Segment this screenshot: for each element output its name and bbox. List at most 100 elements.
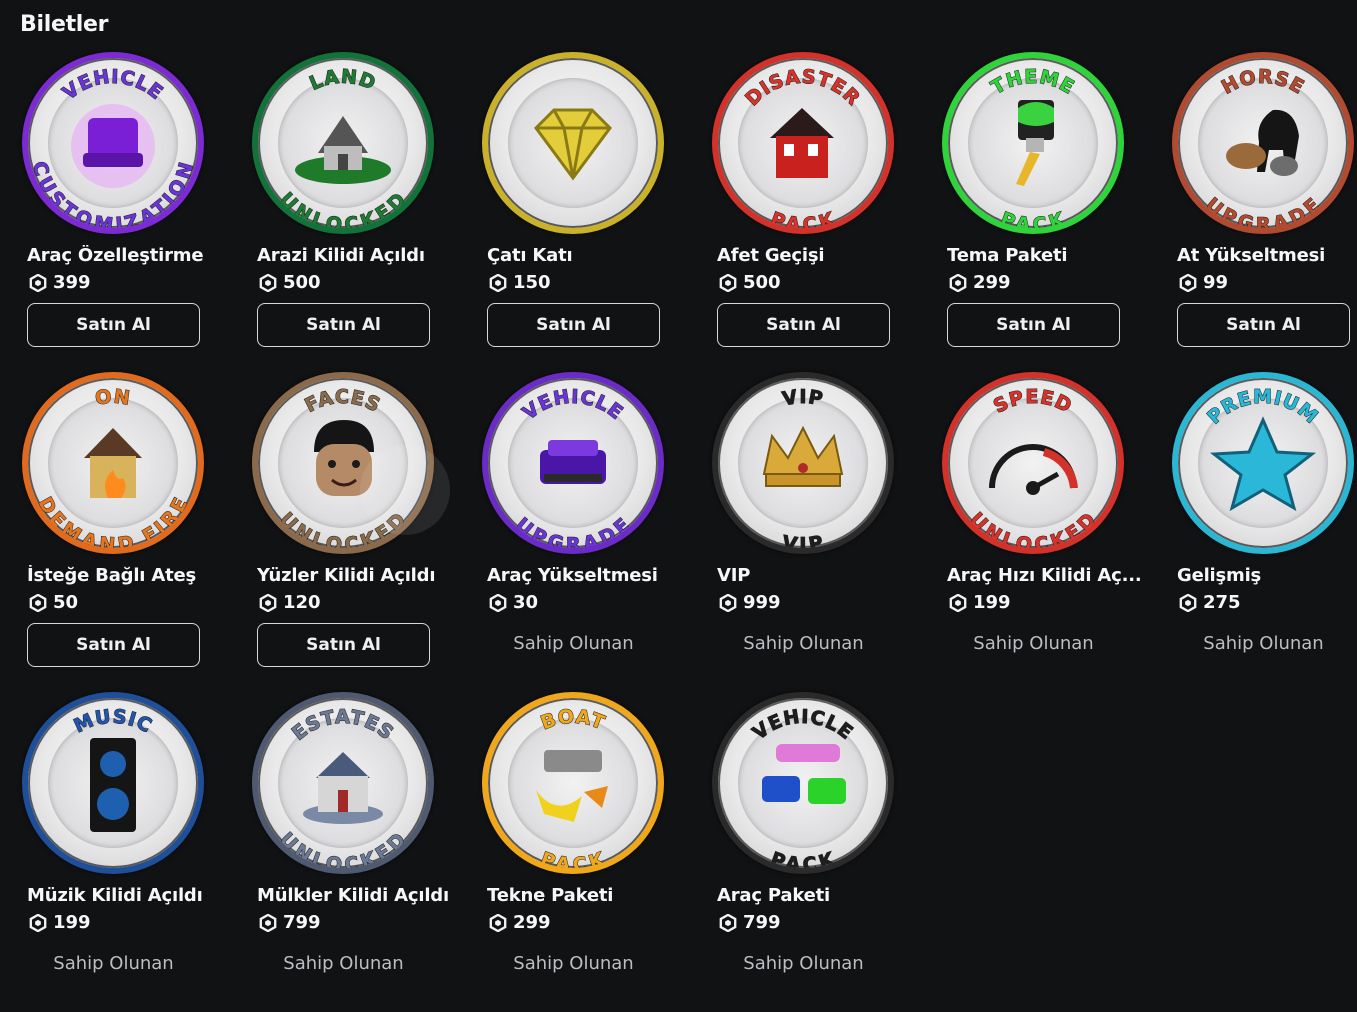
pass-card[interactable]: THEME PACK Tema Paketi 299 Satın Al — [940, 52, 1170, 372]
pass-card[interactable]: FACES UNLOCKED Yüzler Kilidi Açıldı 120 S… — [250, 372, 480, 692]
svg-text:VEHICLE: VEHICLE — [59, 66, 168, 105]
badge-top-text: DISASTER — [741, 65, 864, 111]
price-value: 299 — [513, 912, 551, 933]
mansion-icon[interactable]: ESTATES UNLOCKED — [252, 692, 434, 874]
purple-car-front-icon[interactable]: VEHICLE UPGRADE — [482, 372, 664, 554]
price: 500 — [259, 272, 321, 293]
pass-grid: VEHICLE CUSTOMIZATION Araç Özelleştirme … — [20, 52, 1357, 1012]
pass-card[interactable]: PREMIUM Gelişmiş 275 Sahip Olunan — [1170, 372, 1357, 692]
robux-icon — [719, 913, 737, 932]
price: 999 — [719, 592, 781, 613]
badge-top-text: VEHICLE — [58, 65, 167, 105]
owned-label: Sahip Olunan — [743, 632, 864, 654]
pass-card[interactable]: VEHICLE CUSTOMIZATION Araç Özelleştirme … — [20, 52, 250, 372]
badge-top-text: MUSIC — [70, 705, 155, 738]
svg-text:UNLOCKED: UNLOCKED — [275, 508, 411, 548]
badge-bottom-text: UNLOCKED — [275, 828, 411, 868]
price-value: 399 — [53, 272, 91, 293]
item-name: Arazi Kilidi Açıldı — [257, 245, 425, 266]
badge-top-text: HORSE — [1218, 65, 1308, 99]
house-on-island-icon[interactable]: LAND UNLOCKED — [252, 52, 434, 234]
price-value: 299 — [973, 272, 1011, 293]
price-value: 799 — [283, 912, 321, 933]
svg-text:UNLOCKED: UNLOCKED — [965, 508, 1101, 548]
price-value: 199 — [973, 592, 1011, 613]
pass-card[interactable]: VEHICLE UPGRADE Araç Yükseltmesi 30 Sahip… — [480, 372, 710, 692]
svg-text:PACK: PACK — [768, 848, 839, 868]
pass-card[interactable]: SPEED UNLOCKED Araç Hızı Kilidi Aç... 19… — [940, 372, 1170, 692]
buy-button[interactable]: Satın Al — [717, 303, 890, 347]
owned-label: Sahip Olunan — [973, 632, 1094, 654]
price-value: 50 — [53, 592, 79, 613]
pass-card[interactable]: VIP VIP VIP 999 Sahip Olunan — [710, 372, 940, 692]
buy-button[interactable]: Satın Al — [27, 303, 200, 347]
avatar-face-icon[interactable]: FACES UNLOCKED — [252, 372, 434, 554]
red-house-icon[interactable]: DISASTER PACK — [712, 52, 894, 234]
price: 299 — [489, 912, 551, 933]
svg-text:UPGRADE: UPGRADE — [511, 514, 635, 548]
paint-brush-icon[interactable]: THEME PACK — [942, 52, 1124, 234]
svg-text:ESTATES: ESTATES — [288, 706, 398, 745]
purple-car-icon[interactable]: VEHICLE CUSTOMIZATION — [22, 52, 204, 234]
pass-card[interactable]: VEHICLE PACK Araç Paketi 799 Sahip Olunan — [710, 692, 940, 1012]
robux-icon — [1179, 273, 1197, 292]
crown-icon[interactable]: VIP VIP — [712, 372, 894, 554]
robux-icon — [489, 913, 507, 932]
svg-text:VEHICLE: VEHICLE — [749, 706, 858, 745]
badge-bottom-text: UNLOCKED — [275, 188, 411, 228]
item-name: At Yükseltmesi — [1177, 245, 1326, 266]
pass-card[interactable]: HORSE UPGRADE At Yükseltmesi 99 Satın Al — [1170, 52, 1357, 372]
badge-top-text: BOAT — [537, 705, 607, 735]
robux-icon — [29, 913, 47, 932]
buy-button[interactable]: Satın Al — [27, 623, 200, 667]
robux-icon — [949, 593, 967, 612]
robux-icon — [259, 273, 277, 292]
pass-card[interactable]: ON DEMAND FIRE İsteğe Bağlı Ateş 50 Satın… — [20, 372, 250, 692]
burning-house-icon[interactable]: ON DEMAND FIRE — [22, 372, 204, 554]
badge-top-text: FACES — [301, 385, 384, 417]
horses-icon[interactable]: HORSE UPGRADE — [1172, 52, 1354, 234]
price: 120 — [259, 592, 321, 613]
price-value: 500 — [743, 272, 781, 293]
speedometer-icon[interactable]: SPEED UNLOCKED — [942, 372, 1124, 554]
price: 99 — [1179, 272, 1228, 293]
pass-card[interactable]: ESTATES UNLOCKED Mülkler Kilidi Açıldı 7… — [250, 692, 480, 1012]
page-title: Biletler — [20, 12, 109, 37]
svg-text:UPGRADE: UPGRADE — [1201, 194, 1325, 228]
badge-bottom-text: PACK — [997, 207, 1068, 228]
badge-bottom-text: UNLOCKED — [275, 508, 411, 548]
robux-icon — [259, 913, 277, 932]
pass-card[interactable]: LAND UNLOCKED Arazi Kilidi Açıldı 500 Sat… — [250, 52, 480, 372]
boats-icon[interactable]: BOAT PACK — [482, 692, 664, 874]
price-value: 500 — [283, 272, 321, 293]
robux-icon — [719, 273, 737, 292]
badge-top-text: ESTATES — [287, 705, 397, 745]
item-name: Araç Hızı Kilidi Aç... — [947, 565, 1142, 586]
pass-card[interactable]: DISASTER PACK Afet Geçişi 500 Satın Al — [710, 52, 940, 372]
cars-icon[interactable]: VEHICLE PACK — [712, 692, 894, 874]
svg-text:HORSE: HORSE — [1218, 66, 1308, 99]
buy-button[interactable]: Satın Al — [257, 623, 430, 667]
badge-bottom-text: PACK — [767, 847, 838, 868]
pass-card[interactable]: MUSIC Müzik Kilidi Açıldı 199 Sahip Oluna… — [20, 692, 250, 1012]
buy-button[interactable]: Satın Al — [947, 303, 1120, 347]
price: 275 — [1179, 592, 1241, 613]
price: 799 — [259, 912, 321, 933]
pass-card[interactable]: BOAT PACK Tekne Paketi 299 Sahip Olunan — [480, 692, 710, 1012]
buy-button[interactable]: Satın Al — [1177, 303, 1350, 347]
badge-bottom-text: DEMAND FIRE — [33, 493, 192, 548]
svg-text:VEHICLE: VEHICLE — [519, 386, 628, 425]
buy-button[interactable]: Satın Al — [257, 303, 430, 347]
price: 799 — [719, 912, 781, 933]
pass-card[interactable]: Çatı Katı 150 Satın Al — [480, 52, 710, 372]
star-icon[interactable]: PREMIUM — [1172, 372, 1354, 554]
badge-top-text: ON — [93, 385, 131, 410]
price: 50 — [29, 592, 78, 613]
price-value: 99 — [1203, 272, 1229, 293]
speaker-icon[interactable]: MUSIC — [22, 692, 204, 874]
buy-button[interactable]: Satın Al — [487, 303, 660, 347]
robux-icon — [29, 273, 47, 292]
robux-icon — [489, 273, 507, 292]
price: 199 — [29, 912, 91, 933]
diamond-icon[interactable] — [482, 52, 664, 234]
